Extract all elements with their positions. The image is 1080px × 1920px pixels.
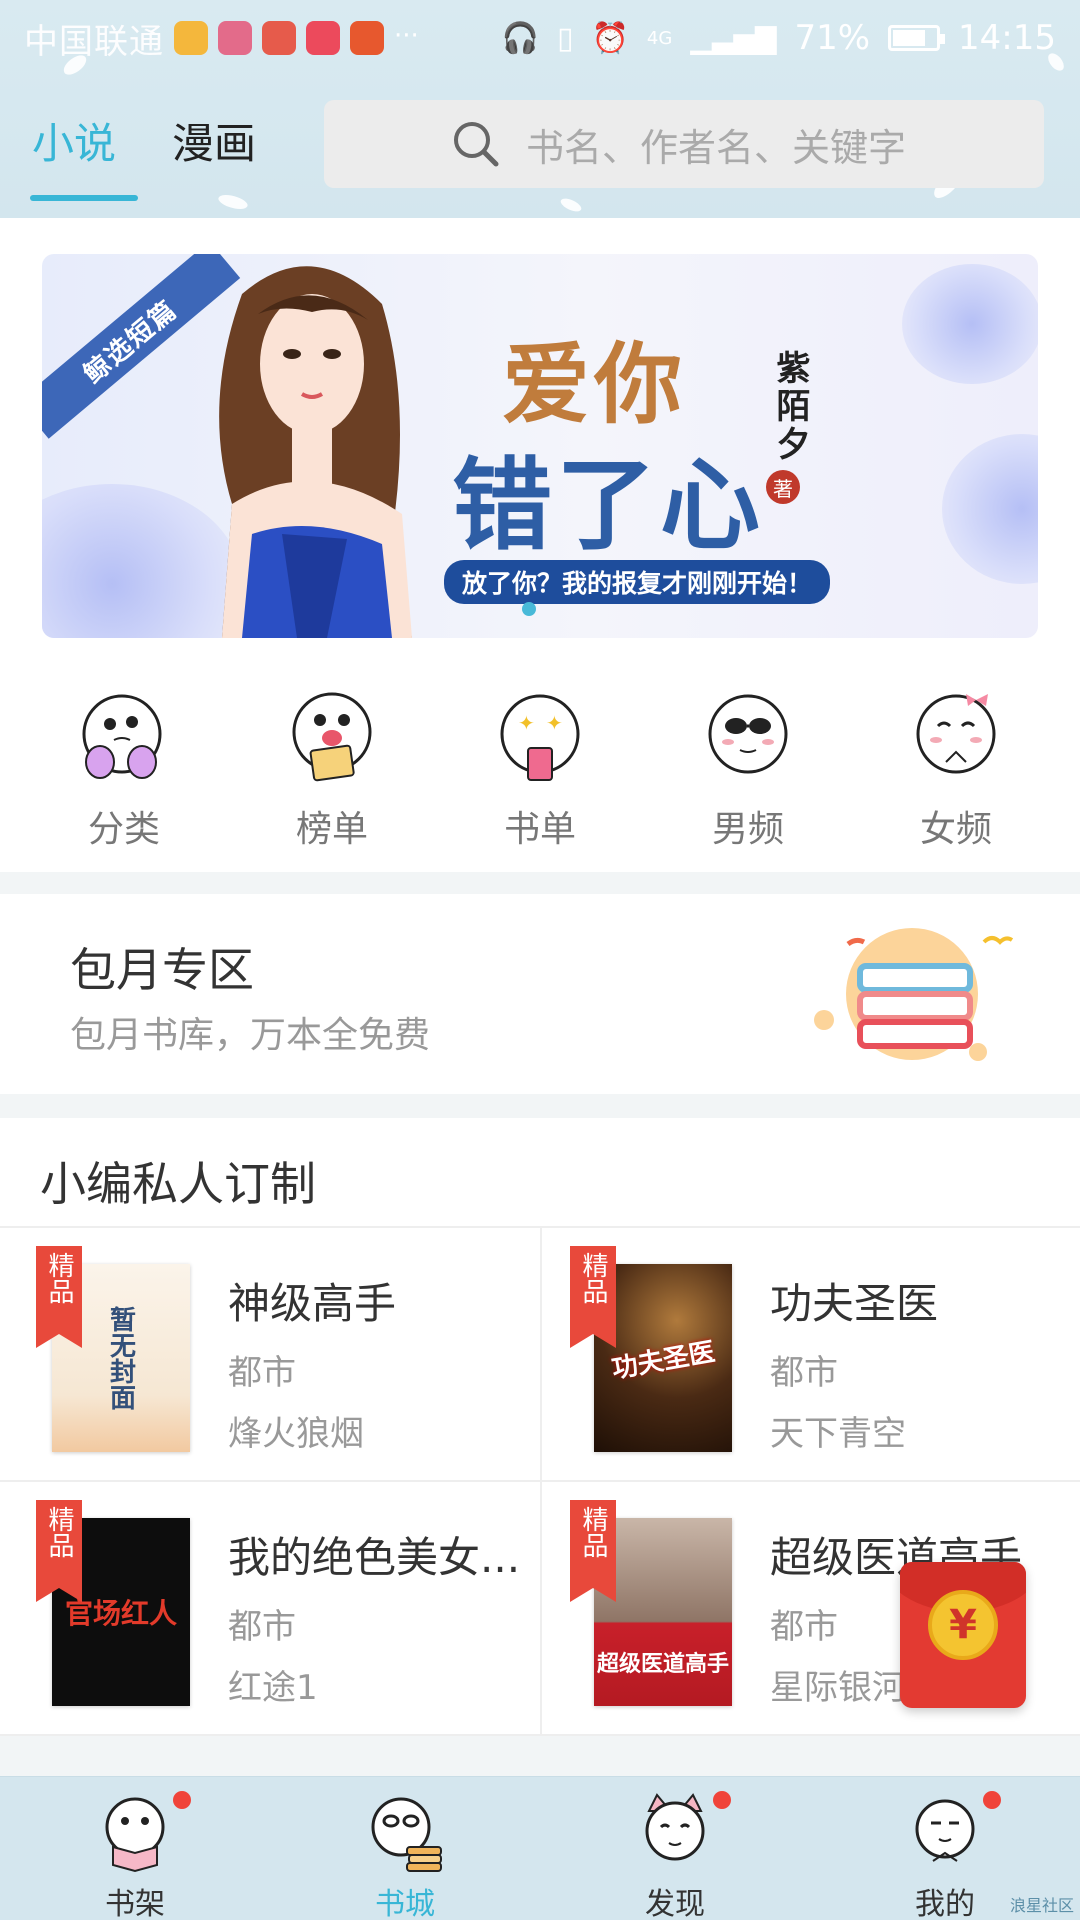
monthly-subtitle: 包月书库，万本全免费 [70, 1015, 431, 1056]
book-card[interactable]: 精品 功夫圣医 功夫圣医 都市 天下青空 [540, 1228, 1080, 1480]
bookshelf-face-icon [105, 1797, 165, 1873]
quick-nav: 分类 榜单 ✦ ✦ 书单 男频 女频 [0, 690, 1080, 852]
svg-text:✦: ✦ [518, 711, 535, 735]
premium-badge: 精品 [570, 1500, 616, 1602]
carrier-name: 中国联通 [24, 21, 164, 62]
book-author: 烽火狼烟 [228, 1414, 364, 1454]
watermark: 浪星社区 [1009, 1896, 1074, 1915]
network-type: 4G [646, 27, 673, 49]
channel-tabs: 小说 漫画 [29, 110, 256, 201]
premium-badge: 精品 [36, 1246, 82, 1348]
quick-nav-label: 榜单 [295, 809, 368, 850]
quick-nav-category[interactable]: 分类 [44, 690, 204, 852]
booklist-face-icon: ✦ ✦ [500, 694, 580, 781]
banner-slogan: 放了你？我的报复才刚刚开始！ [444, 560, 831, 604]
book-title: 我的绝色美女... [228, 1533, 521, 1582]
search-input[interactable]: 书名、作者名、关键字 [324, 100, 1044, 188]
book-author: 天下青空 [770, 1414, 906, 1454]
cover-title: 暂无封面 [105, 1306, 136, 1410]
quick-nav-male[interactable]: 男频 [668, 690, 828, 852]
app-notification-icon [262, 21, 296, 55]
nav-label: 书城 [375, 1887, 435, 1920]
book-title: 神级高手 [228, 1279, 397, 1328]
book-author: 红途1 [228, 1668, 318, 1708]
signal-icon: ▁▃▅▇ [690, 21, 777, 55]
banner-title-line2: 错了心 [452, 446, 764, 564]
alarm-icon: ⏰ [591, 20, 629, 56]
nav-label: 我的 [915, 1887, 975, 1920]
book-genre: 都市 [228, 1607, 296, 1647]
notification-dot [173, 1791, 191, 1809]
search-placeholder: 书名、作者名、关键字 [526, 125, 907, 170]
nav-label: 书架 [105, 1887, 165, 1920]
monthly-title: 包月专区 [70, 943, 254, 997]
yuan-coin-icon: ¥ [928, 1590, 998, 1660]
book-genre: 都市 [770, 1353, 838, 1393]
clock: 14:15 [958, 18, 1056, 58]
book-card[interactable]: 精品 暂无封面 神级高手 都市 烽火狼烟 [0, 1228, 540, 1480]
quick-nav-label: 分类 [87, 809, 160, 850]
quick-nav-label: 女频 [919, 809, 992, 850]
category-face-icon [82, 694, 162, 779]
book-genre: 都市 [228, 1353, 296, 1393]
carousel-indicator [522, 602, 536, 616]
female-channel-face-icon [916, 694, 996, 774]
premium-badge: 精品 [570, 1246, 616, 1348]
battery-icon [888, 25, 946, 51]
app-notification-icon [218, 21, 252, 55]
bookstore-face-icon [371, 1797, 442, 1872]
headphone-icon: 🎧 [501, 20, 540, 56]
xiaohongshu-notification-icon [306, 21, 340, 55]
tab-novel[interactable]: 小说 [29, 110, 139, 201]
status-right: 🎧 ▯ ⏰ 4G ▁▃▅▇ 71% 14:15 [502, 18, 1056, 58]
male-channel-face-icon [708, 694, 788, 774]
vibrate-icon: ▯ [557, 20, 574, 56]
banner-illustration [219, 266, 412, 638]
section-title: 小编私人订制 [40, 1157, 316, 1211]
tab-comic[interactable]: 漫画 [172, 110, 256, 201]
discover-cat-face-icon [645, 1793, 705, 1861]
battery-percent: 71% [794, 18, 871, 58]
quick-nav-booklist[interactable]: ✦ ✦ 书单 [460, 690, 620, 852]
cover-title: 超级医道高手 [596, 1651, 729, 1677]
profile-face-icon [915, 1799, 975, 1862]
status-bar: 中国联通 ··· 🎧 ▯ ⏰ 4G ▁▃▅▇ 71% 14:15 [0, 0, 1080, 76]
cover-title: 功夫圣医 [609, 1336, 718, 1385]
quick-nav-label: 男频 [711, 809, 784, 850]
monthly-zone-card[interactable]: 包月专区 包月书库，万本全免费 [0, 894, 1080, 1094]
ranking-face-icon [292, 692, 372, 782]
notification-dot [983, 1791, 1001, 1809]
books-stack-icon [814, 928, 1014, 1061]
promo-banner[interactable]: 鲸选短篇 爱你 错了心 紫陌夕 著 放了你？我的报复才刚刚开始！ [42, 254, 1038, 638]
search-icon [454, 122, 499, 167]
notification-icons: ··· [174, 21, 419, 55]
bottom-nav: 书架 书城 发现 我的 浪星社区 [0, 1776, 1080, 1920]
nav-profile[interactable]: 我的 [855, 1791, 1035, 1920]
banner-author: 紫陌夕 [770, 350, 810, 464]
quick-nav-female[interactable]: 女频 [876, 690, 1036, 852]
banner-seal: 著 [766, 470, 800, 504]
premium-badge: 精品 [36, 1500, 82, 1602]
book-card[interactable]: 精品 官场红人 我的绝色美女... 都市 红途1 [0, 1482, 540, 1734]
mail-notification-icon [174, 21, 208, 55]
nav-label: 发现 [645, 1887, 705, 1920]
nav-bookstore[interactable]: 书城 [315, 1791, 495, 1920]
quick-nav-label: 书单 [503, 809, 576, 850]
banner-title-line1: 爱你 [502, 332, 687, 436]
book-title: 功夫圣医 [770, 1279, 939, 1328]
nav-discover[interactable]: 发现 [585, 1791, 765, 1920]
red-packet-button[interactable]: ¥ [900, 1562, 1026, 1708]
app-notification-icon [350, 21, 384, 55]
quick-nav-ranking[interactable]: 榜单 [252, 690, 412, 852]
nav-bookshelf[interactable]: 书架 [45, 1791, 225, 1920]
notification-dot [713, 1791, 731, 1809]
svg-text:✦: ✦ [546, 711, 563, 735]
